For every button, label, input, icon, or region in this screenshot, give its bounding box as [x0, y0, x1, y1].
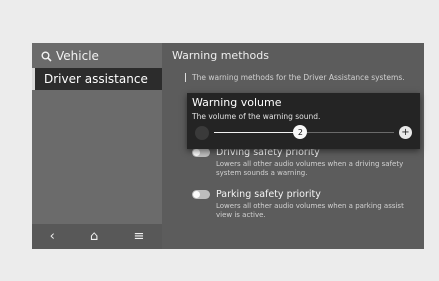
toggle-switch[interactable]	[192, 148, 210, 157]
setting-parking-safety-priority[interactable]: Parking safety priority Lowers all other…	[192, 189, 422, 220]
slider-thumb[interactable]: 2	[293, 125, 308, 139]
section-title: Warning methods	[172, 49, 269, 62]
setting-label: Parking safety priority	[216, 189, 321, 200]
setting-driving-safety-priority[interactable]: Driving safety priority Lowers all other…	[192, 147, 422, 178]
menu-icon[interactable]: ≡	[133, 230, 144, 243]
search-icon	[41, 51, 52, 62]
warning-volume-popup: Warning volume The volume of the warning…	[187, 93, 420, 149]
popup-description: The volume of the warning sound.	[192, 112, 321, 121]
search-field[interactable]: Vehicle	[41, 48, 99, 64]
volume-slider[interactable]: 2 +	[192, 123, 415, 143]
section-intro: The warning methods for the Driver Assis…	[185, 73, 428, 82]
toggle-switch[interactable]	[192, 190, 210, 199]
sidebar-item-driver-assistance[interactable]: Driver assistance	[32, 68, 162, 90]
sidebar: Vehicle Driver assistance ‹ ⌂ ≡	[32, 43, 162, 249]
screenshot-frame: Vehicle Driver assistance ‹ ⌂ ≡ Warning …	[0, 0, 439, 281]
popup-title: Warning volume	[192, 96, 282, 109]
volume-increase-button[interactable]: +	[399, 126, 412, 139]
back-icon[interactable]: ‹	[50, 230, 55, 243]
search-label: Vehicle	[56, 49, 99, 63]
volume-decrease-button[interactable]	[195, 126, 209, 140]
slider-fill	[214, 132, 301, 133]
selection-marker	[32, 68, 35, 90]
setting-description: Lowers all other audio volumes when a dr…	[216, 160, 404, 177]
setting-description: Lowers all other audio volumes when a pa…	[216, 202, 404, 219]
bottom-nav-bar: ‹ ⌂ ≡	[32, 224, 162, 249]
home-icon[interactable]: ⌂	[90, 230, 98, 243]
sidebar-item-label: Driver assistance	[44, 72, 148, 86]
